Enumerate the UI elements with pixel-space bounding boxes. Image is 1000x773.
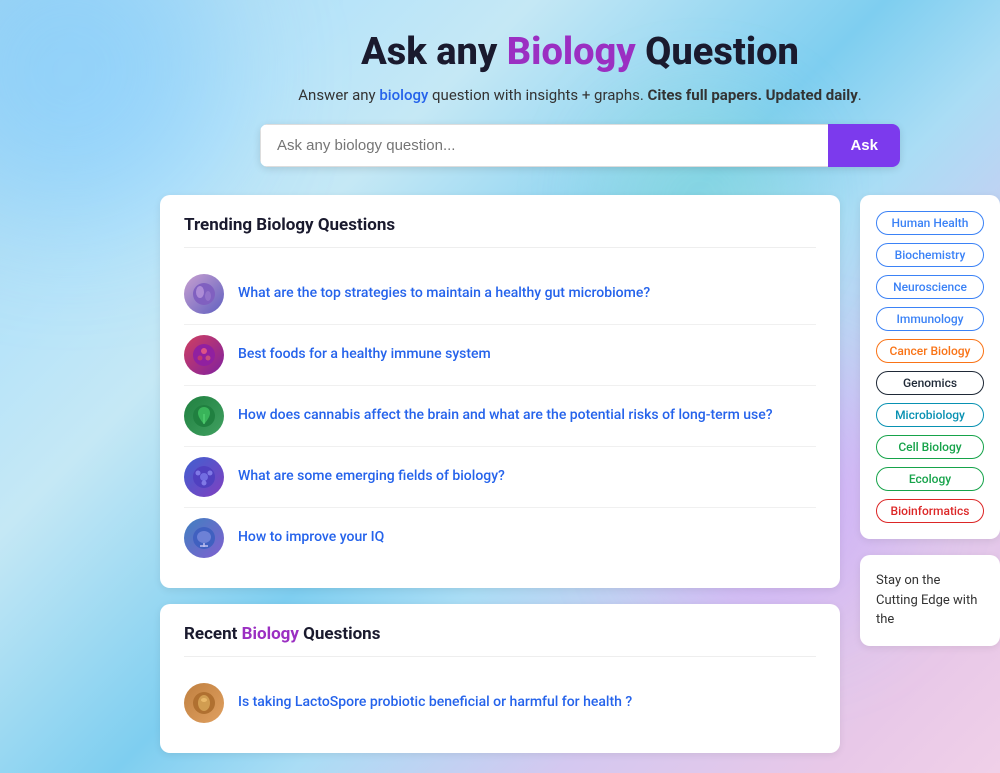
sidebar-tag-7[interactable]: Cell Biology (876, 435, 984, 459)
sidebar-info: Stay on the Cutting Edge with the (860, 555, 1000, 646)
question-text-3: How does cannabis affect the brain and w… (238, 406, 773, 426)
sidebar-tag-6[interactable]: Microbiology (876, 403, 984, 427)
recent-title: Recent Biology Questions (184, 624, 816, 657)
sidebar-tag-0[interactable]: Human Health (876, 211, 984, 235)
question-text-5: How to improve your IQ (238, 528, 384, 548)
trending-card: Trending Biology Questions What are the … (160, 195, 840, 588)
sidebar-tag-3[interactable]: Immunology (876, 307, 984, 331)
question-icon-emerging (184, 457, 224, 497)
sidebar-tag-1[interactable]: Biochemistry (876, 243, 984, 267)
search-bar: Ask (260, 124, 900, 167)
sidebar-tag-8[interactable]: Ecology (876, 467, 984, 491)
sidebar-tag-5[interactable]: Genomics (876, 371, 984, 395)
search-input[interactable] (260, 124, 828, 167)
trending-question-5[interactable]: How to improve your IQ (184, 508, 816, 568)
page-title: Ask any Biology Question (160, 30, 1000, 74)
sidebar-tag-9[interactable]: Bioinformatics (876, 499, 984, 523)
trending-question-1[interactable]: What are the top strategies to maintain … (184, 264, 816, 325)
trending-question-2[interactable]: Best foods for a healthy immune system (184, 325, 816, 386)
question-icon-cannabis (184, 396, 224, 436)
main-content: Trending Biology Questions What are the … (160, 195, 1000, 753)
recent-question-text-1: Is taking LactoSpore probiotic beneficia… (238, 693, 632, 713)
recent-card: Recent Biology Questions Is taking Lacto… (160, 604, 840, 753)
trending-question-4[interactable]: What are some emerging fields of biology… (184, 447, 816, 508)
sidebar-tag-4[interactable]: Cancer Biology (876, 339, 984, 363)
sidebar-tag-2[interactable]: Neuroscience (876, 275, 984, 299)
subtitle: Answer any biology question with insight… (160, 86, 1000, 104)
question-icon-probiotic (184, 683, 224, 723)
question-icon-gut (184, 274, 224, 314)
sidebar: Human Health Biochemistry Neuroscience Immu… (860, 195, 1000, 753)
question-icon-iq (184, 518, 224, 558)
ask-button[interactable]: Ask (828, 124, 900, 167)
trending-question-3[interactable]: How does cannabis affect the brain and w… (184, 386, 816, 447)
question-text-4: What are some emerging fields of biology… (238, 467, 505, 487)
question-text-1: What are the top strategies to maintain … (238, 284, 650, 304)
trending-title: Trending Biology Questions (184, 215, 816, 248)
left-column: Trending Biology Questions What are the … (160, 195, 840, 753)
question-icon-immune (184, 335, 224, 375)
recent-question-1[interactable]: Is taking LactoSpore probiotic beneficia… (184, 673, 816, 733)
tags-card: Human Health Biochemistry Neuroscience Immu… (860, 195, 1000, 539)
question-text-2: Best foods for a healthy immune system (238, 345, 491, 365)
hero-section: Ask any Biology Question Answer any biol… (160, 20, 1000, 167)
